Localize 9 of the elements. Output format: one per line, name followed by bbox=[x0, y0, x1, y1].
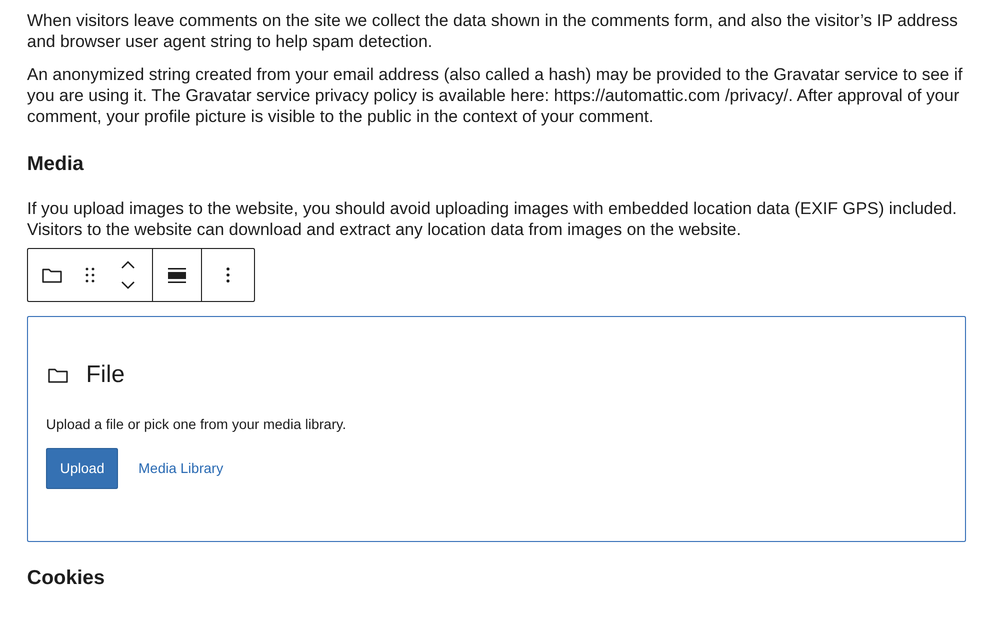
paragraph: If you upload images to the website, you should avoid uploading images with embedded location data (EXIF GPS) included. Visitors to the website can download and extract any location data from images on the website. bbox=[27, 198, 958, 240]
block-title: File bbox=[86, 361, 125, 390]
paragraph: When visitors leave comments on the site we collect the data shown in the comments form, and also the visitor’s IP address and browser user agent string to help spam detection. bbox=[27, 10, 959, 52]
upload-button[interactable]: Upload bbox=[46, 448, 118, 489]
paragraph: An anonymized string created from your email address (also called a hash) may be provided to the Gravatar service to see if you are using it. The Gravatar service privacy policy is available here: https://automattic.com /privacy/. After approval of your comment, your profile picture is visible to the public in the context of your comment. bbox=[27, 64, 964, 127]
instructions: Upload a file or pick one from your media library. bbox=[46, 414, 348, 434]
media-library-link[interactable]: Media Library bbox=[130, 448, 232, 488]
section-heading: Cookies bbox=[27, 566, 106, 590]
section-heading: Media bbox=[27, 152, 85, 176]
